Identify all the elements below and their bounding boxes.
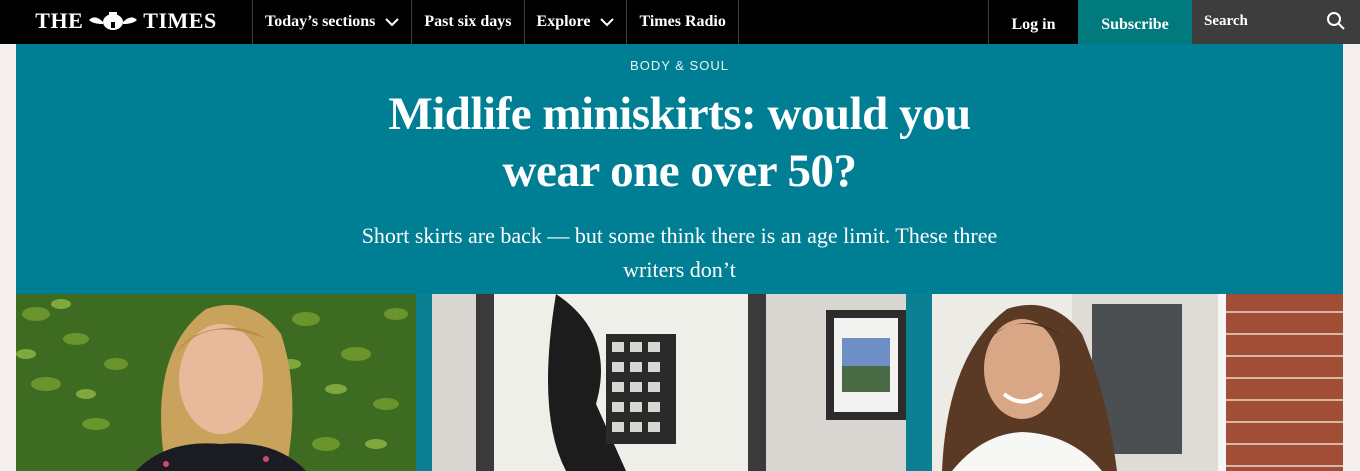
top-navigation: THE TIMES Today’s sections Past six days…	[0, 0, 1360, 44]
chevron-down-icon	[600, 18, 615, 27]
search-icon[interactable]	[1326, 11, 1346, 31]
search-label: Search	[1204, 12, 1248, 29]
writer-photo-1	[16, 294, 416, 471]
hero-photo-strip	[16, 294, 1343, 471]
login-button[interactable]: Log in	[988, 0, 1078, 44]
nav-label: Past six days	[424, 13, 512, 30]
nav-todays-sections[interactable]: Today’s sections	[252, 0, 411, 44]
times-logo[interactable]: THE TIMES	[0, 0, 252, 44]
writer-photo-3	[922, 294, 1343, 471]
nav-times-radio[interactable]: Times Radio	[626, 0, 739, 44]
search-box[interactable]: Search	[1192, 0, 1360, 44]
nav-explore[interactable]: Explore	[523, 0, 627, 44]
nav-label: Times Radio	[639, 13, 726, 30]
writer-photo-2	[416, 294, 922, 471]
section-kicker[interactable]: BODY & SOUL	[16, 58, 1343, 73]
subscribe-label: Subscribe	[1101, 16, 1169, 33]
nav-label: Today’s sections	[265, 13, 376, 30]
nav-label: Explore	[536, 13, 591, 30]
article-standfirst: Short skirts are back — but some think t…	[361, 223, 998, 282]
times-crest-icon	[89, 12, 138, 30]
nav-past-six-days[interactable]: Past six days	[411, 0, 523, 44]
article-hero: BODY & SOUL Midlife miniskirts: would yo…	[16, 44, 1343, 295]
article-headline: Midlife miniskirts: would you wear one o…	[388, 88, 971, 197]
chevron-down-icon	[385, 18, 400, 27]
logo-text-the: THE	[35, 8, 84, 33]
logo-text-times: TIMES	[143, 8, 217, 33]
subscribe-button[interactable]: Subscribe	[1078, 0, 1192, 44]
login-label: Log in	[1011, 16, 1056, 33]
